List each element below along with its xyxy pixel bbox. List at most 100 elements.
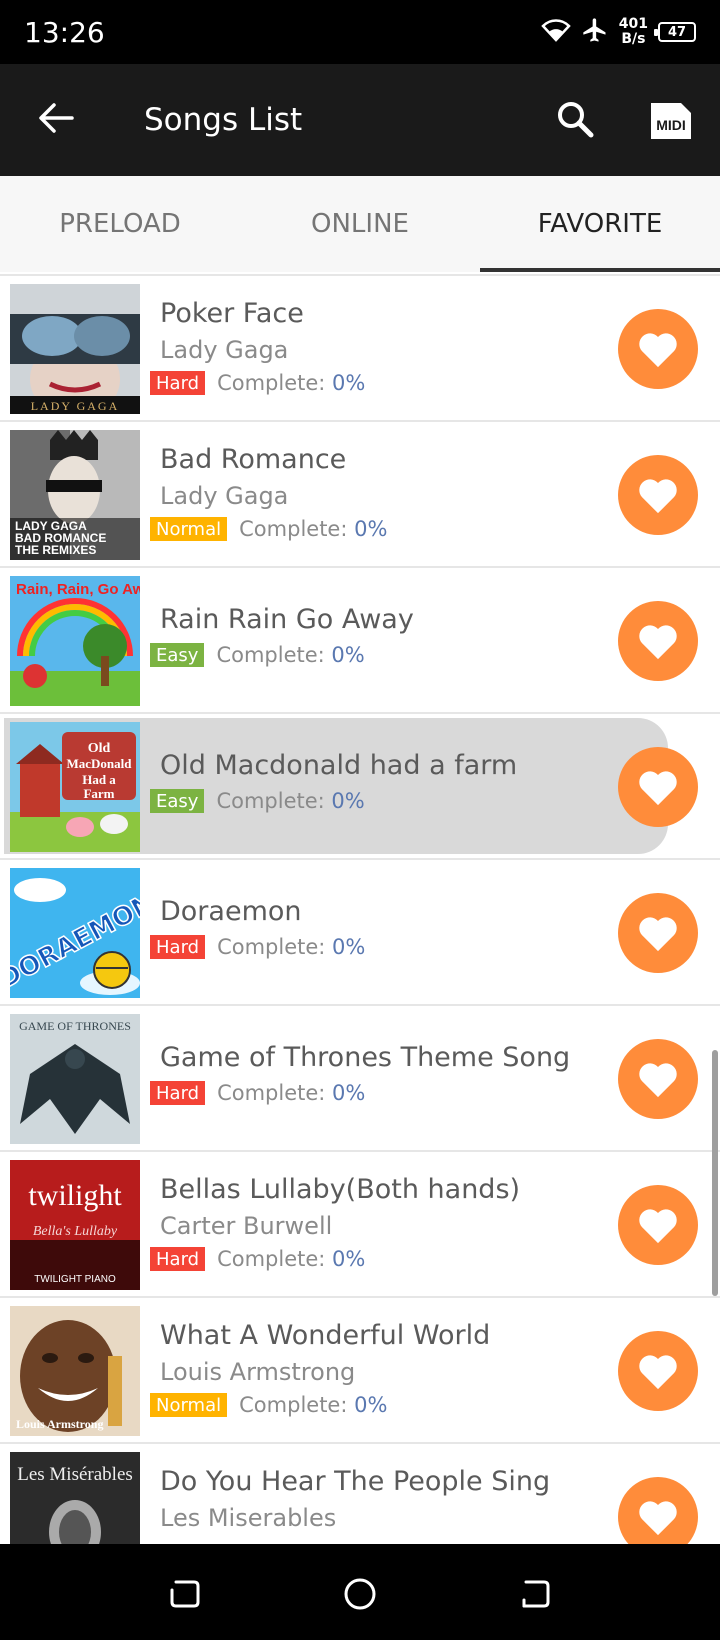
cover-text: Les Misérables: [17, 1464, 133, 1485]
favorite-button[interactable]: [618, 1477, 698, 1544]
svg-text:Bella's Lullaby: Bella's Lullaby: [33, 1224, 118, 1239]
complete-value: 0%: [332, 371, 366, 395]
home-icon: [344, 1578, 376, 1610]
home-button[interactable]: [338, 1572, 382, 1616]
album-cover: LADY GAGA: [10, 284, 140, 414]
complete-label: Complete:: [217, 1081, 333, 1105]
difficulty-badge: Hard: [150, 1081, 206, 1105]
midi-button[interactable]: MIDI: [646, 98, 696, 144]
complete-label: Complete:: [239, 1393, 355, 1417]
list-item[interactable]: DORAEMON Doraemon Hard Complete: 0%: [0, 860, 720, 1006]
list-item[interactable]: Louis Armstrong What A Wonderful World L…: [0, 1298, 720, 1444]
midi-label: MIDI: [656, 117, 686, 133]
recents-icon: [170, 1580, 200, 1608]
song-title: Doraemon: [160, 896, 302, 927]
list-item[interactable]: twilight Bella's Lullaby TWILIGHT PIANO …: [0, 1152, 720, 1298]
song-artist: Carter Burwell: [160, 1212, 333, 1240]
difficulty-badge: Easy: [150, 643, 205, 667]
song-artist: Les Miserables: [160, 1504, 337, 1532]
heart-icon: [639, 771, 677, 806]
list-item[interactable]: Rain, Rain, Go Away Rain Rain Go Away Ea…: [0, 568, 720, 714]
search-button[interactable]: [548, 94, 602, 148]
arrow-left-icon: [38, 102, 74, 139]
list-item[interactable]: Les Misérables Do You Hear The People Si…: [0, 1444, 720, 1544]
song-meta: Normal Complete: 0%: [150, 516, 387, 542]
status-bar: 13:26 401 B/s 47: [0, 0, 720, 64]
song-meta: Hard Complete: 0%: [150, 370, 365, 396]
toolbar: Songs List MIDI: [0, 64, 720, 176]
complete-status: Complete: 0%: [217, 1081, 365, 1105]
back-button[interactable]: [30, 94, 82, 146]
song-title: Bad Romance: [160, 444, 347, 475]
tab-online[interactable]: ONLINE: [240, 176, 480, 272]
song-artist: Louis Armstrong: [160, 1358, 356, 1386]
navigation-bar: [0, 1544, 720, 1640]
recents-button[interactable]: [162, 1572, 206, 1616]
complete-value: 0%: [331, 643, 365, 667]
complete-status: Complete: 0%: [217, 1247, 365, 1271]
cover-text: Rain, Rain, Go Away: [16, 581, 140, 598]
favorite-button[interactable]: [618, 455, 698, 535]
song-artist: Lady Gaga: [160, 336, 289, 364]
tab-bar: PRELOAD ONLINE FAVORITE: [0, 176, 720, 272]
favorite-button[interactable]: [618, 601, 698, 681]
status-time: 13:26: [24, 16, 105, 49]
complete-status: Complete: 0%: [216, 789, 364, 813]
song-title: Poker Face: [160, 298, 304, 329]
heart-icon: [639, 1209, 677, 1244]
favorite-button[interactable]: [618, 309, 698, 389]
complete-label: Complete:: [239, 517, 355, 541]
song-title: What A Wonderful World: [160, 1320, 491, 1351]
cover-text: GAME OF THRONES: [19, 1019, 131, 1033]
list-item[interactable]: LADY GAGA BAD ROMANCE THE REMIXES Bad Ro…: [0, 422, 720, 568]
tab-favorite[interactable]: FAVORITE: [480, 176, 720, 272]
complete-status: Complete: 0%: [217, 371, 365, 395]
complete-status: Complete: 0%: [239, 1393, 387, 1417]
complete-value: 0%: [332, 1247, 366, 1271]
complete-label: Complete:: [216, 643, 332, 667]
song-meta: Hard Complete: 0%: [150, 1080, 365, 1106]
favorite-button[interactable]: [618, 893, 698, 973]
svg-text:THE REMIXES: THE REMIXES: [15, 543, 96, 557]
favorite-button[interactable]: [618, 1039, 698, 1119]
complete-value: 0%: [331, 789, 365, 813]
page-title: Songs List: [144, 102, 303, 138]
svg-text:Farm: Farm: [83, 786, 114, 801]
heart-icon: [639, 1063, 677, 1098]
tab-preload[interactable]: PRELOAD: [0, 176, 240, 272]
net-speed-value: 401: [618, 16, 648, 32]
song-list[interactable]: LADY GAGA Poker Face Lady Gaga Hard Comp…: [0, 272, 720, 1544]
album-cover: Old MacDonald Had a Farm: [10, 722, 140, 852]
list-item[interactable]: LADY GAGA Poker Face Lady Gaga Hard Comp…: [0, 276, 720, 422]
favorite-button[interactable]: [618, 747, 698, 827]
complete-label: Complete:: [217, 371, 333, 395]
difficulty-badge: Hard: [150, 1247, 206, 1271]
cover-text: LADY GAGA: [31, 399, 120, 413]
list-item[interactable]: Old MacDonald Had a Farm Old Macdonald h…: [0, 714, 720, 860]
song-title: Old Macdonald had a farm: [160, 750, 518, 781]
complete-status: Complete: 0%: [216, 643, 364, 667]
heart-icon: [639, 625, 677, 660]
battery-icon: 47: [654, 22, 696, 42]
heart-icon: [639, 1501, 677, 1536]
list-item[interactable]: GAME OF THRONES Game of Thrones Theme So…: [0, 1006, 720, 1152]
difficulty-badge: Hard: [150, 371, 206, 395]
complete-status: Complete: 0%: [239, 517, 387, 541]
back-nav-button[interactable]: [514, 1572, 558, 1616]
song-title: Do You Hear The People Sing: [160, 1466, 551, 1497]
album-cover: GAME OF THRONES: [10, 1014, 140, 1144]
difficulty-badge: Normal: [150, 517, 228, 541]
difficulty-badge: Normal: [150, 1393, 228, 1417]
svg-text:MacDonald: MacDonald: [67, 756, 133, 771]
favorite-button[interactable]: [618, 1185, 698, 1265]
favorite-button[interactable]: [618, 1331, 698, 1411]
heart-icon: [639, 1355, 677, 1390]
song-meta: Hard Complete: 0%: [150, 1246, 365, 1272]
svg-text:Had a: Had a: [82, 772, 116, 787]
difficulty-badge: Easy: [150, 789, 205, 813]
complete-label: Complete:: [217, 935, 333, 959]
scrollbar[interactable]: [712, 1050, 718, 1296]
album-cover: DORAEMON: [10, 868, 140, 998]
svg-text:Old: Old: [88, 741, 111, 756]
song-meta: Easy Complete: 0%: [150, 788, 365, 814]
